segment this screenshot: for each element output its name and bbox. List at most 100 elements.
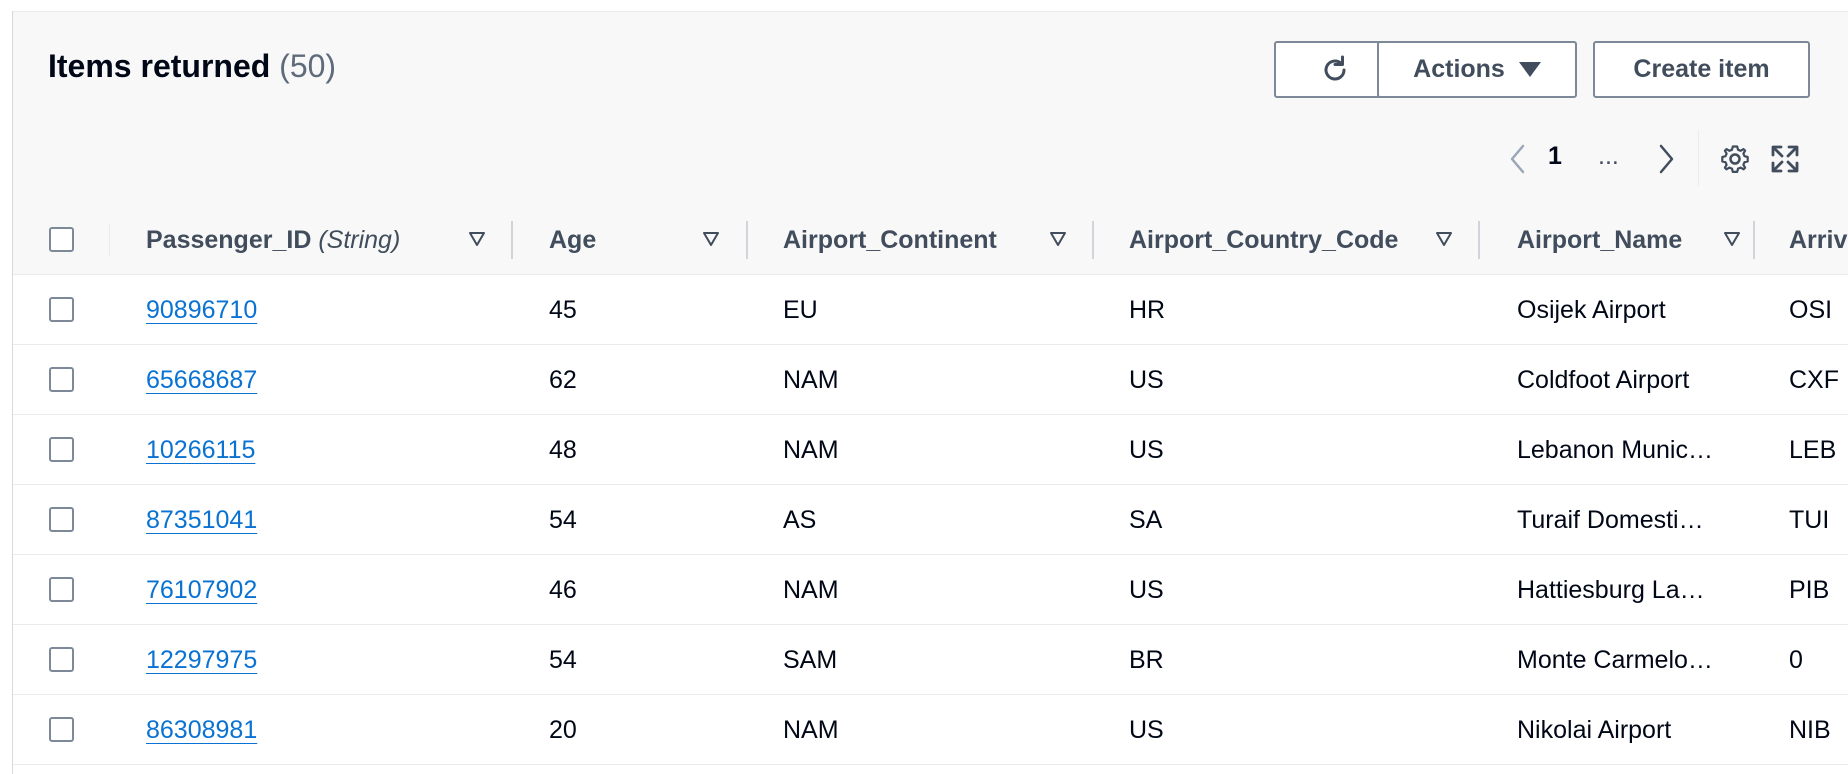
arrival-cell: PIB [1789, 575, 1830, 604]
column-resizer[interactable] [1092, 221, 1094, 259]
country-code-cell: SA [1129, 505, 1163, 534]
age-cell: 54 [549, 645, 577, 674]
age-cell: 48 [549, 415, 729, 485]
continent-cell: AS [783, 485, 1073, 555]
column-resizer[interactable] [1753, 221, 1755, 259]
chevron-left-icon [1510, 144, 1525, 174]
refresh-icon [1324, 55, 1345, 80]
fullscreen-button[interactable] [1768, 142, 1802, 176]
page-number-1[interactable]: 1 [1548, 142, 1562, 171]
column-resizer[interactable] [1478, 221, 1480, 259]
country-code-cell: BR [1129, 645, 1164, 674]
continent-cell: NAM [783, 435, 839, 464]
column-label: Arriv [1789, 225, 1848, 254]
select-all-checkbox[interactable] [49, 227, 74, 252]
passenger-id-link[interactable]: 65668687 [146, 366, 257, 395]
sort-icon[interactable] [1720, 227, 1744, 251]
table-row[interactable]: 76107902 46 NAM US Hattiesburg La… PIB [13, 555, 1848, 625]
arrival-cell: NIB [1789, 695, 1848, 765]
country-code-cell: US [1129, 345, 1459, 415]
actions-dropdown-button[interactable]: Actions [1377, 41, 1577, 98]
passenger-id-link[interactable]: 12297975 [146, 646, 257, 675]
arrival-cell: NIB [1789, 715, 1831, 744]
gear-icon [1721, 145, 1749, 173]
sort-icon[interactable] [699, 227, 723, 251]
table-row[interactable]: 10266115 48 NAM US Lebanon Munic… LEB [13, 415, 1848, 485]
arrival-cell: 0 [1789, 625, 1848, 695]
sort-icon[interactable] [1432, 227, 1456, 251]
country-code-cell: US [1129, 555, 1459, 625]
airport-name-cell: Lebanon Munic… [1517, 435, 1713, 464]
country-code-cell: US [1129, 695, 1459, 765]
row-checkbox[interactable] [49, 437, 74, 462]
column-header-age[interactable]: Age [549, 205, 596, 275]
continent-cell: NAM [783, 415, 1073, 485]
column-resizer[interactable] [746, 221, 748, 259]
arrival-cell: TUI [1789, 485, 1848, 555]
table-row[interactable]: 90896710 45 EU HR Osijek Airport OSI [13, 275, 1848, 345]
airport-name-cell: Hattiesburg La… [1517, 555, 1737, 625]
airport-name-cell: Coldfoot Airport [1517, 345, 1737, 415]
pagination-divider [1698, 130, 1699, 186]
sort-icon[interactable] [1046, 227, 1070, 251]
airport-name-cell: Monte Carmelo… [1517, 625, 1737, 695]
country-code-cell: US [1129, 365, 1164, 394]
age-cell: 62 [549, 365, 577, 394]
passenger-id-link[interactable]: 87351041 [146, 506, 257, 535]
table-header-row: Passenger_ID (String) Age Airport_Contin… [13, 205, 1848, 275]
airport-name-cell: Turaif Domesti… [1517, 485, 1737, 555]
passenger-id-link[interactable]: 90896710 [146, 296, 257, 325]
passenger-id-link[interactable]: 10266115 [146, 436, 255, 465]
passenger-id-cell: 86308981 [146, 695, 446, 765]
passenger-id-link[interactable]: 86308981 [146, 716, 257, 745]
expand-icon [1771, 145, 1799, 173]
country-code-cell: HR [1129, 275, 1459, 345]
age-cell: 62 [549, 345, 729, 415]
country-code-cell: BR [1129, 625, 1459, 695]
row-checkbox[interactable] [49, 717, 74, 742]
previous-page-button[interactable] [1503, 140, 1533, 178]
column-resizer[interactable] [511, 221, 513, 259]
table-row[interactable]: 65668687 62 NAM US Coldfoot Airport CXF [13, 345, 1848, 415]
airport-name-cell: Osijek Airport [1517, 275, 1737, 345]
column-header-airport-name[interactable]: Airport_Name [1517, 205, 1682, 275]
column-header-airport-country-code[interactable]: Airport_Country_Code [1129, 205, 1398, 275]
age-cell: 54 [549, 505, 577, 534]
country-code-cell: US [1129, 575, 1164, 604]
column-header-arrival[interactable]: Arriv [1789, 205, 1847, 275]
arrival-cell: TUI [1789, 505, 1830, 534]
age-cell: 46 [549, 575, 577, 604]
arrival-cell: PIB [1789, 555, 1848, 625]
sort-icon[interactable] [465, 227, 489, 251]
row-checkbox[interactable] [49, 367, 74, 392]
arrival-cell: CXF [1789, 365, 1839, 394]
page-ellipsis: ... [1598, 142, 1619, 170]
arrival-cell: LEB [1789, 415, 1848, 485]
continent-cell: NAM [783, 555, 1073, 625]
table-row[interactable]: 12297975 54 SAM BR Monte Carmelo… 0 [13, 625, 1848, 695]
country-code-cell: US [1129, 715, 1164, 744]
preferences-button[interactable] [1718, 142, 1752, 176]
column-header-passenger-id[interactable]: Passenger_ID (String) [146, 205, 400, 275]
column-header-airport-continent[interactable]: Airport_Continent [783, 205, 997, 275]
arrival-cell: OSI [1789, 295, 1833, 324]
airport-name-cell: Nikolai Airport [1517, 695, 1737, 765]
chevron-right-icon [1659, 144, 1674, 174]
row-checkbox[interactable] [49, 297, 74, 322]
passenger-id-link[interactable]: 76107902 [146, 576, 257, 605]
header-divider [109, 223, 110, 257]
next-page-button[interactable] [1651, 140, 1681, 178]
age-cell: 48 [549, 435, 577, 464]
table-row[interactable]: 87351041 54 AS SA Turaif Domesti… TUI [13, 485, 1848, 555]
row-checkbox[interactable] [49, 647, 74, 672]
table-row[interactable]: 86308981 20 NAM US Nikolai Airport NIB [13, 695, 1848, 765]
create-item-button[interactable]: Create item [1593, 41, 1810, 98]
passenger-id-cell: 87351041 [146, 485, 446, 555]
page-title: Items returned (50) [48, 48, 336, 85]
row-checkbox[interactable] [49, 577, 74, 602]
table-header-area: Items returned (50) Actions Create item … [13, 12, 1848, 205]
country-code-cell: SA [1129, 485, 1459, 555]
continent-cell: EU [783, 295, 818, 324]
airport-name-cell: Nikolai Airport [1517, 715, 1672, 744]
row-checkbox[interactable] [49, 507, 74, 532]
